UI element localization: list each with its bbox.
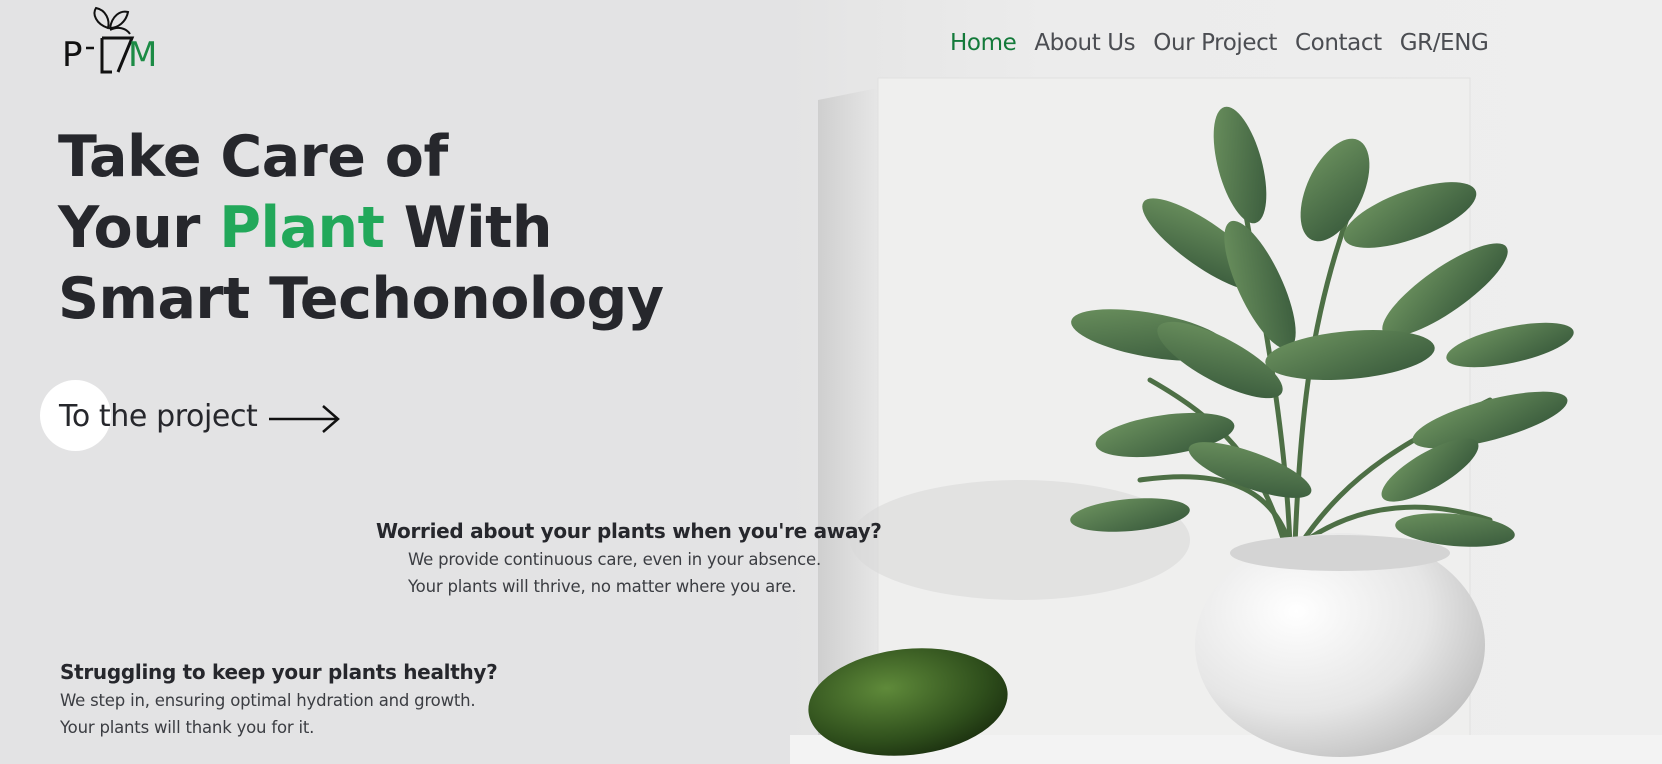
feature-title: Worried about your plants when you're aw… bbox=[376, 519, 882, 543]
arrow-right-icon bbox=[269, 405, 341, 433]
svg-text:M: M bbox=[128, 35, 157, 75]
hero-plant-image bbox=[790, 0, 1662, 764]
headline-accent-word: Plant bbox=[219, 195, 385, 261]
svg-text:P: P bbox=[62, 35, 83, 75]
to-the-project-button[interactable]: To the project bbox=[40, 380, 341, 452]
nav-home[interactable]: Home bbox=[950, 30, 1017, 56]
cta-label: To the project bbox=[59, 398, 258, 434]
nav-about-us[interactable]: About Us bbox=[1034, 30, 1135, 56]
nav-language-toggle[interactable]: GR/ENG bbox=[1400, 30, 1489, 56]
feature-line: Your plants will thrive, no matter where… bbox=[408, 577, 797, 596]
headline-line-1: Take Care of bbox=[58, 124, 448, 190]
hero-headline: Take Care of Your Plant With Smart Techo… bbox=[58, 122, 664, 335]
nav-contact[interactable]: Contact bbox=[1295, 30, 1382, 56]
feature-away-care: Worried about your plants when you're aw… bbox=[376, 519, 882, 600]
feature-plant-health: Struggling to keep your plants healthy? … bbox=[60, 660, 498, 741]
nav-our-project[interactable]: Our Project bbox=[1153, 30, 1277, 56]
feature-line: We provide continuous care, even in your… bbox=[408, 550, 822, 569]
feature-line: We step in, ensuring optimal hydration a… bbox=[60, 691, 476, 710]
leaf-sprout-icon: P M bbox=[62, 6, 157, 75]
headline-line-3: Smart Techonology bbox=[58, 266, 664, 332]
feature-title: Struggling to keep your plants healthy? bbox=[60, 660, 498, 684]
feature-line: Your plants will thank you for it. bbox=[60, 718, 315, 737]
brand-logo[interactable]: P M bbox=[62, 6, 172, 76]
headline-line-2-end: With bbox=[403, 195, 553, 261]
main-nav: Home About Us Our Project Contact GR/ENG bbox=[950, 30, 1489, 56]
headline-line-2-start: Your bbox=[58, 195, 200, 261]
